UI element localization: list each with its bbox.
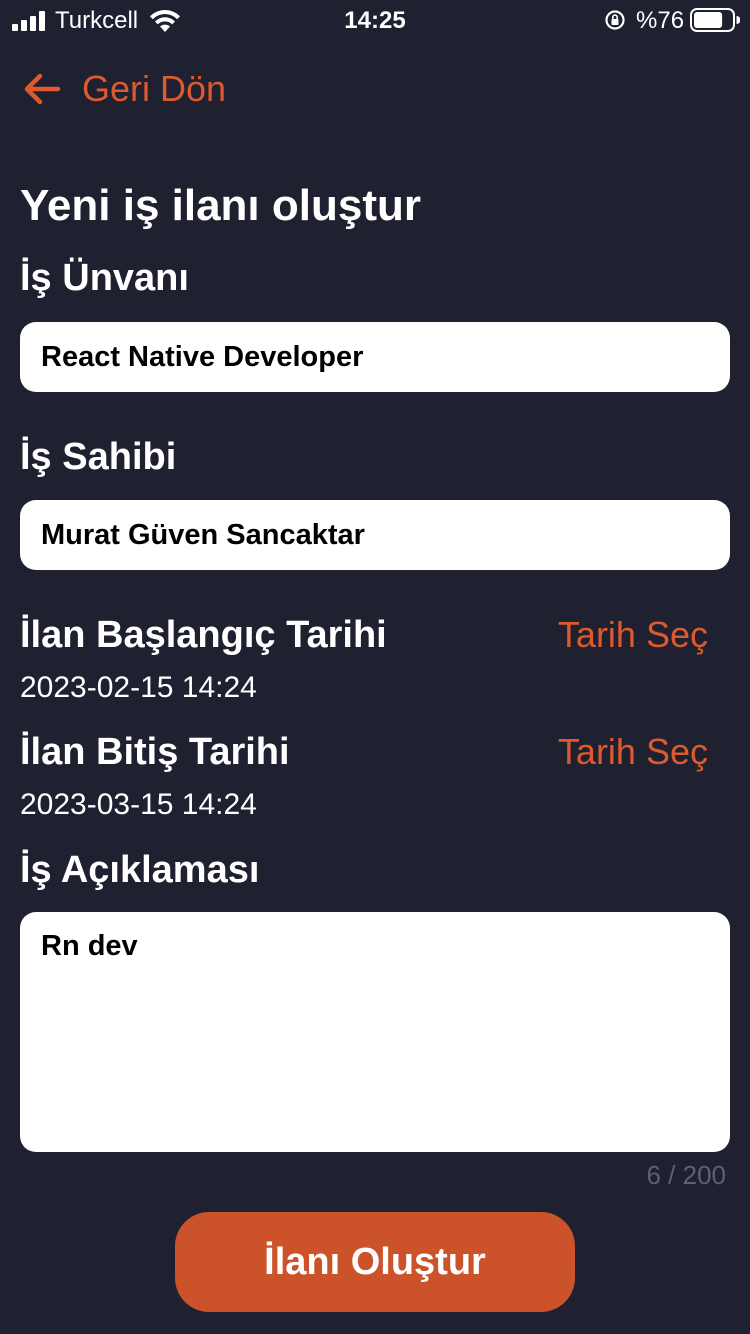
end-date-value: 2023-03-15 14:24 [20,788,257,821]
start-date-value: 2023-02-15 14:24 [20,671,257,704]
start-date-label: İlan Başlangıç Tarihi [20,614,387,656]
employer-label: İş Sahibi [20,436,177,478]
back-label: Geri Dön [82,68,227,109]
end-date-picker-button[interactable]: Tarih Seç [558,727,708,777]
description-label: İş Açıklaması [20,849,260,891]
employer-input[interactable]: Murat Güven Sancaktar [20,500,730,570]
back-button[interactable]: Geri Dön [22,62,226,116]
job-title-input[interactable]: React Native Developer [20,322,730,392]
battery-icon [690,8,740,32]
start-date-picker-button[interactable]: Tarih Seç [558,610,708,660]
create-listing-button[interactable]: İlanı Oluştur [175,1212,575,1312]
description-textarea[interactable]: Rn dev [20,912,730,1152]
status-bar: Turkcell 14:25 %76 [0,0,750,42]
battery-percentage: %76 [636,7,685,34]
end-date-label: İlan Bitiş Tarihi [20,731,290,773]
character-counter: 6 / 200 [646,1160,726,1190]
page-title: Yeni iş ilanı oluştur [20,181,421,230]
rotation-lock-icon [605,10,625,30]
job-title-label: İş Ünvanı [20,257,189,299]
arrow-left-icon [24,73,61,105]
